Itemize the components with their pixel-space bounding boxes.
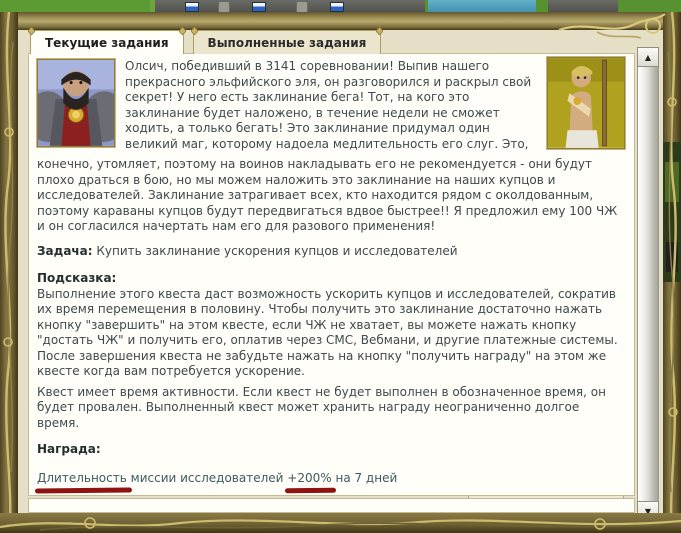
reward-suffix: на 7 дней: [335, 471, 397, 485]
tab-ornament-icon: [376, 27, 383, 35]
map-cart-icon: [330, 2, 344, 12]
scrollbar: ▲ ▼: [637, 47, 659, 521]
reward-label: Награда:: [37, 442, 625, 458]
vine-ornament-icon: [0, 513, 681, 533]
tab-ornament-icon: [179, 27, 186, 35]
tab-label: Текущие задания: [45, 36, 169, 50]
quest-intro-row: Олсич, победивший в 3141 соревновании! В…: [37, 57, 625, 152]
hint-label: Подсказка:: [37, 271, 625, 287]
tab-current-tasks[interactable]: Текущие задания: [30, 30, 184, 54]
vine-ornament-icon: [557, 10, 667, 44]
task-label: Задача:: [37, 244, 93, 258]
reward-duration-word: Длительность: [37, 471, 127, 487]
task-text: Купить заклинание ускорения купцов и исс…: [96, 244, 457, 258]
map-cart-icon: [252, 2, 266, 12]
frame-right: [663, 12, 681, 533]
task-line: Задача: Купить заклинание ускорения купц…: [37, 244, 625, 260]
quest-intro-text: Олсич, победивший в 3141 соревновании! В…: [125, 57, 541, 152]
scroll-track[interactable]: [637, 67, 659, 501]
reward-bonus-value: +200%: [287, 471, 331, 487]
map-cart-icon: [185, 2, 199, 12]
tab-bar: Текущие задания Выполненные задания: [30, 30, 381, 54]
frame-bottom: [0, 513, 681, 533]
vine-ornament-icon: [663, 12, 681, 533]
reward-mission-text: миссии исследователей: [131, 471, 284, 485]
quest-panel: Олсич, победивший в 3141 соревновании! В…: [28, 53, 635, 496]
game-screen: Текущие задания Выполненные задания: [0, 0, 681, 533]
dwarf-portrait: [37, 59, 115, 147]
scroll-up-button[interactable]: ▲: [637, 47, 659, 67]
tab-ornament-icon: [191, 27, 198, 35]
up-arrow-icon: ▲: [645, 53, 651, 62]
next-quest-panel[interactable]: [28, 498, 635, 513]
vine-ornament-icon: [0, 12, 18, 533]
tab-label: Выполненные задания: [208, 36, 367, 50]
tab-ornament-icon: [28, 27, 35, 35]
hint-paragraph-2: Квест имеет время активности. Если квест…: [37, 385, 625, 432]
hint-paragraph-1: Выполнение этого квеста даст возможность…: [37, 287, 625, 380]
elf-portrait: [547, 57, 625, 149]
quest-description: конечно, утомляет, поэтому на воинов нак…: [37, 157, 625, 235]
tab-completed-tasks[interactable]: Выполненные задания: [193, 30, 382, 54]
reward-row-explorers: Длительность миссии исследователей +200%…: [37, 471, 625, 487]
frame-left: [0, 12, 18, 533]
